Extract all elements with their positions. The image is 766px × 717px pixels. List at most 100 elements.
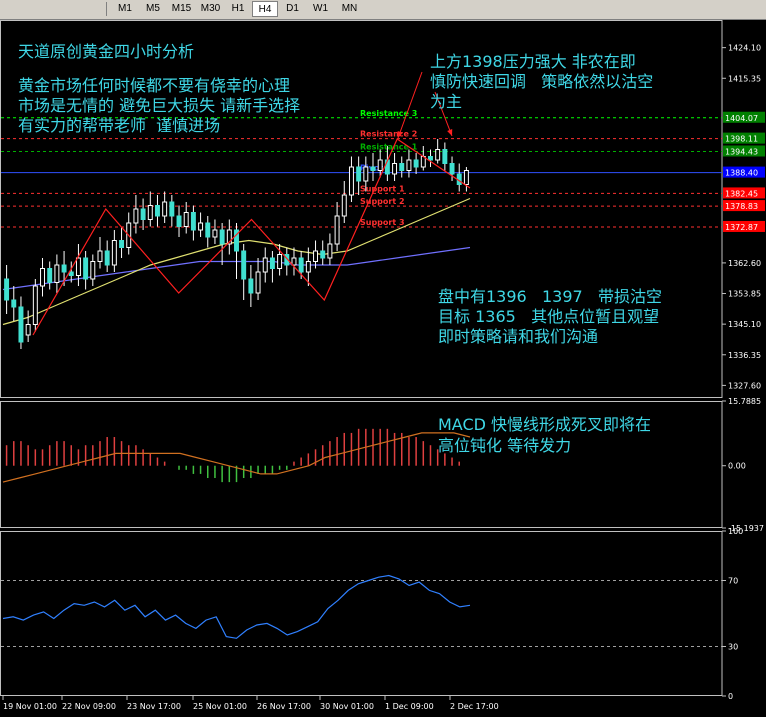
candle-body <box>406 159 412 171</box>
warning-line-2: 市场是无情的 避免巨大损失 请新手选择 <box>18 96 301 115</box>
candle-body <box>147 205 153 220</box>
time-label-5: 30 Nov 01:00 <box>320 702 374 711</box>
rsi-tick-label-0: 100 <box>728 527 743 536</box>
candle-body <box>83 257 89 280</box>
candle-body <box>255 271 261 294</box>
candle-body <box>162 201 168 217</box>
time-label-7: 2 Dec 17:00 <box>450 702 499 711</box>
panel-border-2 <box>0 531 723 696</box>
candle-body <box>47 268 53 283</box>
candle-body <box>119 240 125 248</box>
candle-body <box>61 264 67 273</box>
level-value-5: 1378.83 <box>725 202 758 211</box>
candle-body <box>363 166 369 182</box>
candle-body <box>198 222 204 231</box>
level-label-4: Support 1 <box>360 184 405 193</box>
candle-body <box>219 229 225 245</box>
candlesticks <box>4 139 469 349</box>
candle-body <box>277 254 283 269</box>
candle-body <box>75 257 81 276</box>
candle-body <box>291 257 297 266</box>
candle-body <box>370 166 376 171</box>
level-label-5: Support 2 <box>360 197 405 206</box>
macd-tick-label-0: 15.7885 <box>728 397 761 406</box>
time-label-2: 23 Nov 17:00 <box>127 702 181 711</box>
rsi-tick-label-3: 0 <box>728 692 733 701</box>
candle-body <box>348 166 354 196</box>
warning-line-3: 有实力的帮带老师 谨慎进场 <box>18 116 221 135</box>
candle-body <box>341 194 347 217</box>
title-annotation: 天道原创黄金四小时分析 <box>18 42 195 61</box>
macd-note-1: MACD 快慢线形成死叉即将在 <box>438 415 652 434</box>
candle-body <box>413 159 419 168</box>
candle-body <box>104 250 110 266</box>
candle-body <box>183 212 189 227</box>
rsi-tick-label-1: 70 <box>728 577 738 586</box>
candle-body <box>68 271 74 276</box>
rsi-indicator <box>1 574 722 647</box>
level-label-1: Resistance 2 <box>360 130 417 139</box>
candle-body <box>327 243 333 259</box>
resistance-note-3: 为主 <box>430 92 463 111</box>
candle-body <box>90 261 96 280</box>
candle-body <box>18 306 24 343</box>
candle-body <box>435 149 441 161</box>
price-tick-label-7: 1362.60 <box>728 259 761 268</box>
candle-body <box>320 250 326 259</box>
candle-body <box>11 299 17 308</box>
level-value-4: 1382.45 <box>725 189 758 198</box>
time-label-3: 25 Nov 01:00 <box>193 702 247 711</box>
candle-body <box>463 170 469 185</box>
time-axis: 19 Nov 01:00 22 Nov 09:00 23 Nov 17:00 25 N… <box>2 696 499 711</box>
zigzag-line <box>32 138 471 336</box>
candle-body <box>25 324 31 336</box>
time-label-1: 22 Nov 09:00 <box>62 702 116 711</box>
macd-indicator <box>2 428 471 483</box>
level-value-1: 1398.11 <box>725 135 758 144</box>
time-label-4: 26 Nov 17:00 <box>257 702 311 711</box>
candle-body <box>449 163 455 175</box>
zigzag-path <box>32 138 471 336</box>
level-label-0: Resistance 3 <box>360 109 417 118</box>
candle-body <box>140 208 146 220</box>
time-label-0: 19 Nov 01:00 <box>3 702 57 711</box>
candle-body <box>298 257 304 273</box>
price-tick-label-9: 1345.10 <box>728 320 761 329</box>
strategy-line-3: 即时策略请和我们沟通 <box>438 327 599 346</box>
arrow-right-head <box>447 129 453 136</box>
candle-body <box>313 250 319 262</box>
candle-body <box>40 268 45 287</box>
rsi-line <box>2 574 471 639</box>
level-value-3: 1388.40 <box>725 169 758 178</box>
level-value-2: 1394.43 <box>725 147 758 156</box>
macd-note-2: 高位钝化 等待发力 <box>438 436 572 455</box>
candle-body <box>190 212 196 231</box>
candle-body <box>262 257 268 273</box>
candle-body <box>176 215 182 227</box>
price-tick-label-11: 1327.60 <box>728 381 761 390</box>
time-label-6: 1 Dec 09:00 <box>385 702 434 711</box>
resistance-note-2: 慎防快速回调 策略依然以沽空 <box>430 72 654 91</box>
candle-body <box>212 229 218 238</box>
candle-body <box>133 208 139 224</box>
candle-body <box>97 250 103 262</box>
candle-body <box>305 261 311 273</box>
level-label-6: Support 3 <box>360 218 405 227</box>
candle-body <box>154 205 160 217</box>
strategy-line-2: 目标 1365 其他点位暂且观望 <box>438 307 660 326</box>
candle-body <box>248 278 254 294</box>
candle-body <box>334 215 340 245</box>
price-tick-label-1: 1415.35 <box>728 74 761 83</box>
candle-body <box>269 257 275 269</box>
arrow-left-shaft <box>397 71 423 139</box>
strategy-line-1: 盘中有1396 1397 带损沽空 <box>438 287 662 306</box>
price-tick-label-8: 1353.85 <box>728 290 761 299</box>
candle-body <box>32 285 38 325</box>
candle-body <box>205 222 211 238</box>
level-value-0: 1404.07 <box>725 114 758 123</box>
resistance-note-1: 上方1398压力强大 非农在即 <box>430 52 636 71</box>
candle-body <box>442 149 448 164</box>
rsi-tick-label-2: 30 <box>728 643 738 652</box>
candle-body <box>377 159 383 171</box>
candle-body <box>169 201 175 217</box>
